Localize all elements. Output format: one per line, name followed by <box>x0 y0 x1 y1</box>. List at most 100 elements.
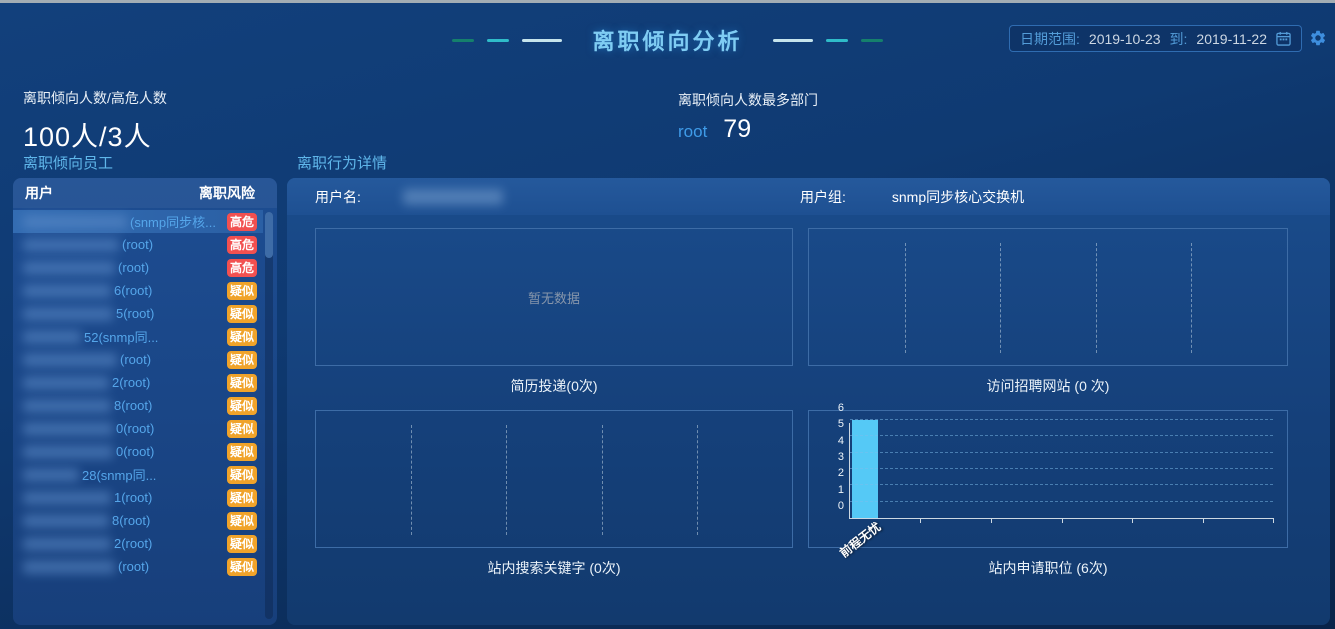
redacted-username <box>23 560 115 574</box>
redacted-username <box>23 514 109 528</box>
redacted-username <box>23 399 111 413</box>
username-suffix: 28(snmp同... <box>82 465 156 484</box>
y-axis-tick-label: 3 <box>820 451 844 463</box>
risk-badge: 疑似 <box>227 282 257 300</box>
date-end-value[interactable]: 2019-11-22 <box>1196 31 1267 47</box>
redacted-username <box>23 307 113 321</box>
table-row[interactable]: 1(root)疑似 <box>13 486 263 509</box>
dashed-gridline <box>905 243 906 353</box>
y-axis-tick-label: 0 <box>820 500 844 512</box>
x-axis-tick <box>1273 518 1274 523</box>
risk-badge: 疑似 <box>227 305 257 323</box>
table-row[interactable]: 2(root)疑似 <box>13 532 263 555</box>
employee-table: 用户 离职风险 (snmp同步核...高危(root)高危(root)高危6(r… <box>13 178 277 625</box>
stat-tendency-value: 100人/3人 <box>23 115 167 154</box>
table-row[interactable]: (root)高危 <box>13 233 263 256</box>
redacted-username <box>23 330 81 344</box>
dashed-gridline <box>1096 243 1097 353</box>
caption-resume-delivery: 简历投递(0次) <box>315 376 793 396</box>
window-top-border <box>0 0 1335 3</box>
employee-panel-title: 离职倾向员工 <box>13 152 277 173</box>
department-name[interactable]: root <box>678 122 707 142</box>
y-axis-tick-label: 5 <box>820 418 844 430</box>
risk-badge: 高危 <box>227 213 257 231</box>
username-suffix: (root) <box>118 559 149 574</box>
username-suffix: 52(snmp同... <box>84 327 158 346</box>
stat-department-label: 离职倾向人数最多部门 <box>678 90 818 110</box>
employee-rows: (snmp同步核...高危(root)高危(root)高危6(root)疑似5(… <box>13 210 263 578</box>
column-header-risk: 离职风险 <box>199 183 255 203</box>
chart-site-search-keywords <box>315 410 793 548</box>
dashed-gridline <box>850 452 1273 453</box>
usergroup-label: 用户组: <box>800 187 846 207</box>
stat-tendency-label: 离职倾向人数/高危人数 <box>23 88 167 108</box>
table-row[interactable]: 8(root)疑似 <box>13 509 263 532</box>
caption-apply-positions: 站内申请职位 (6次) <box>808 558 1288 578</box>
bar-chart-plot-area: 前程无忧 0123456 <box>849 423 1273 519</box>
calendar-icon[interactable] <box>1276 31 1291 46</box>
stat-tendency-count: 离职倾向人数/高危人数 100人/3人 <box>23 88 167 154</box>
redacted-username <box>23 215 127 229</box>
table-row[interactable]: 8(root)疑似 <box>13 394 263 417</box>
chart-visit-recruit-sites <box>808 228 1288 366</box>
x-axis-tick <box>920 518 921 523</box>
redacted-username <box>23 376 109 390</box>
table-row[interactable]: (root)疑似 <box>13 348 263 371</box>
dashed-gridline <box>850 501 1273 502</box>
table-row[interactable]: 0(root)疑似 <box>13 440 263 463</box>
title-decoration-left <box>452 39 562 42</box>
risk-badge: 疑似 <box>227 374 257 392</box>
username-suffix: 5(root) <box>116 306 154 321</box>
table-row[interactable]: 28(snmp同...疑似 <box>13 463 263 486</box>
scrollbar-thumb[interactable] <box>265 212 273 258</box>
dashed-gridline <box>1000 243 1001 353</box>
username-suffix: 8(root) <box>112 513 150 528</box>
table-row[interactable]: 2(root) 疑似 <box>13 371 263 394</box>
usergroup-value: snmp同步核心交换机 <box>892 187 1024 207</box>
y-axis-tick-label: 4 <box>820 435 844 447</box>
stat-top-department: 离职倾向人数最多部门 root 79 <box>678 90 818 144</box>
dashed-gridline <box>850 419 1273 420</box>
caption-site-search-keywords: 站内搜索关键字 (0次) <box>315 558 793 578</box>
y-axis-tick-label: 1 <box>820 484 844 496</box>
column-header-user: 用户 <box>25 183 53 203</box>
username-suffix: 1(root) <box>114 490 152 505</box>
x-axis-tick <box>1203 518 1204 523</box>
username-suffix: (root) <box>122 237 153 252</box>
username-suffix: (root) <box>118 260 149 275</box>
x-axis-tick <box>1062 518 1063 523</box>
table-row[interactable]: (snmp同步核... 高危 <box>13 210 263 233</box>
risk-badge: 疑似 <box>227 535 257 553</box>
username-suffix: (root) <box>120 352 151 367</box>
dashed-gridline <box>1191 243 1192 353</box>
page-title: 离职倾向分析 <box>592 24 742 56</box>
table-row[interactable]: (root)疑似 <box>13 555 263 578</box>
date-range-picker[interactable]: 日期范围: 2019-10-23 到: 2019-11-22 <box>1009 25 1302 52</box>
dashed-gridline <box>411 425 412 535</box>
dashed-gridline <box>697 425 698 535</box>
risk-badge: 疑似 <box>227 397 257 415</box>
redacted-username <box>23 238 119 252</box>
table-row[interactable]: 6(root)疑似 <box>13 279 263 302</box>
chart-apply-positions: 前程无忧 0123456 <box>808 410 1288 548</box>
risk-badge: 疑似 <box>227 420 257 438</box>
settings-gear-icon[interactable] <box>1309 29 1327 47</box>
caption-visit-recruit-sites: 访问招聘网站 (0 次) <box>808 376 1288 396</box>
employee-table-header: 用户 离职风险 <box>13 178 277 208</box>
redacted-username <box>23 468 79 482</box>
username-suffix: (snmp同步核... <box>130 212 216 231</box>
table-row[interactable]: 52(snmp同... 疑似 <box>13 325 263 348</box>
redacted-username <box>23 445 113 459</box>
username-suffix: 2(root) <box>112 375 150 390</box>
x-axis-tick <box>1132 518 1133 523</box>
risk-badge: 疑似 <box>227 328 257 346</box>
detail-panel-title: 离职行为详情 <box>287 152 1330 173</box>
table-row[interactable]: 5(root) 疑似 <box>13 302 263 325</box>
dashed-gridline <box>850 435 1273 436</box>
username-label: 用户名: <box>315 187 361 207</box>
date-start-value[interactable]: 2019-10-23 <box>1089 31 1161 47</box>
scrollbar-track[interactable] <box>265 212 273 619</box>
table-row[interactable]: 0(root)疑似 <box>13 417 263 440</box>
table-row[interactable]: (root)高危 <box>13 256 263 279</box>
username-suffix: 0(root) <box>116 444 154 459</box>
